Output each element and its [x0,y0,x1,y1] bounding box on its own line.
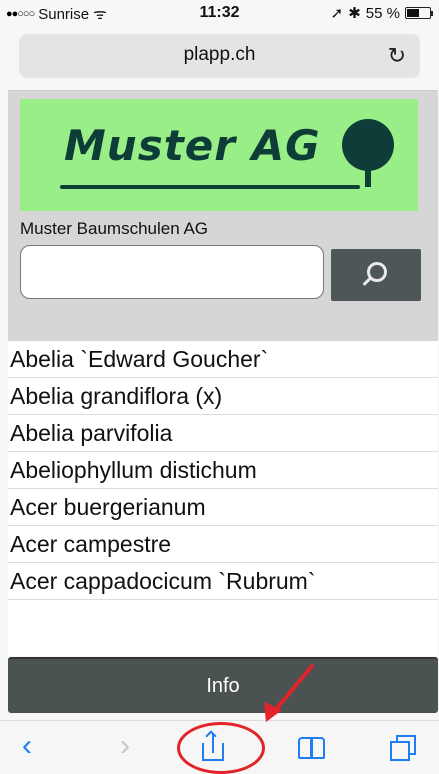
annotation-arrow-shaft [270,664,314,716]
annotation-arrow [264,664,314,722]
